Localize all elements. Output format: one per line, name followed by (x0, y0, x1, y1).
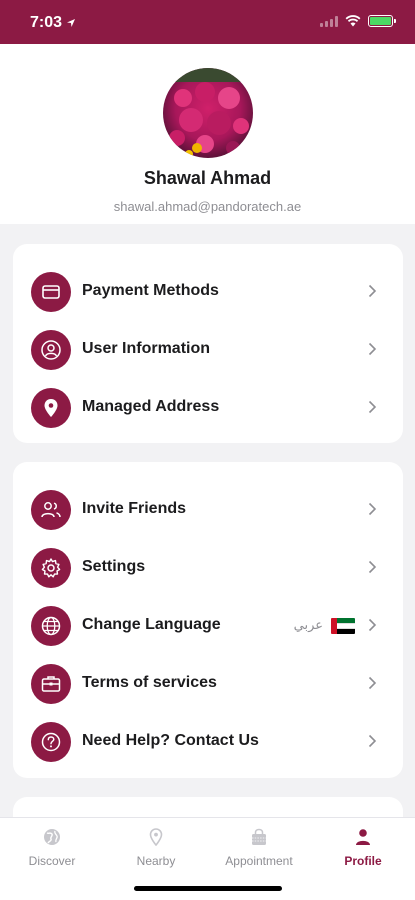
users-icon (41, 502, 61, 518)
menu-item-payment-methods[interactable]: Payment Methods (13, 268, 403, 316)
menu-item-user-information[interactable]: User Information (13, 326, 403, 374)
profile-header: Shawal Ahmad shawal.ahmad@pandoratech.ae (0, 44, 415, 224)
wifi-icon (345, 15, 361, 27)
tab-label: Profile (344, 854, 382, 868)
profile-email: shawal.ahmad@pandoratech.ae (113, 199, 302, 214)
chevron-right-icon (368, 618, 377, 632)
status-time: 7:03 (30, 14, 63, 31)
help-icon (41, 732, 61, 752)
menu-item-managed-address[interactable]: Managed Address (13, 384, 403, 432)
menu-item-label: User Information (82, 340, 211, 357)
globe-icon (44, 829, 60, 845)
profile-name: Shawal Ahmad (143, 168, 272, 188)
menu-item-change-language[interactable]: Change Language عربي (13, 602, 403, 650)
menu-item-label: Payment Methods (82, 282, 219, 299)
chevron-right-icon (368, 502, 377, 516)
menu-item-contact-us[interactable]: Need Help? Contact Us (13, 718, 403, 766)
general-menu-card: Invite Friends Settings Change Language … (13, 462, 403, 778)
menu-item-invite-friends[interactable]: Invite Friends (13, 486, 403, 534)
tab-profile[interactable]: Profile (311, 826, 415, 868)
cellular-signal-icon (320, 15, 338, 27)
menu-item-label: Terms of services (82, 674, 217, 691)
location-pin-icon (44, 399, 58, 417)
chevron-right-icon (368, 400, 377, 414)
menu-item-settings[interactable]: Settings (13, 544, 403, 592)
avatar[interactable] (163, 68, 253, 158)
menu-item-label: Invite Friends (82, 500, 187, 517)
menu-item-label: Managed Address (82, 398, 220, 415)
tab-appointment[interactable]: Appointment (207, 826, 311, 868)
person-icon (356, 829, 370, 845)
uae-flag-icon (331, 618, 355, 634)
account-menu-card: Payment Methods User Information Managed… (13, 244, 403, 443)
tab-label: Discover (28, 854, 76, 868)
chevron-right-icon (368, 284, 377, 298)
menu-item-label: Settings (82, 558, 146, 575)
tab-discover[interactable]: Discover (0, 826, 104, 868)
chevron-right-icon (368, 342, 377, 356)
location-pin-icon (149, 828, 163, 846)
home-indicator (134, 886, 282, 891)
gear-icon (41, 558, 61, 578)
globe-icon (41, 616, 61, 636)
menu-item-terms-of-services[interactable]: Terms of services (13, 660, 403, 708)
menu-item-label: Change Language (82, 616, 221, 633)
chevron-right-icon (368, 734, 377, 748)
tab-nearby[interactable]: Nearby (104, 826, 208, 868)
location-arrow-icon (67, 19, 76, 27)
chevron-right-icon (368, 676, 377, 690)
tab-label: Nearby (136, 854, 176, 868)
credit-card-icon (42, 285, 60, 299)
chevron-right-icon (368, 560, 377, 574)
briefcase-icon (41, 676, 61, 692)
status-bar: 7:03 (0, 0, 415, 44)
current-language-value: عربي (293, 617, 323, 632)
menu-item-label: Need Help? Contact Us (82, 732, 259, 749)
user-icon (41, 340, 61, 360)
tab-label: Appointment (225, 854, 293, 868)
shopping-bag-icon (252, 828, 266, 845)
battery-icon (368, 15, 396, 27)
